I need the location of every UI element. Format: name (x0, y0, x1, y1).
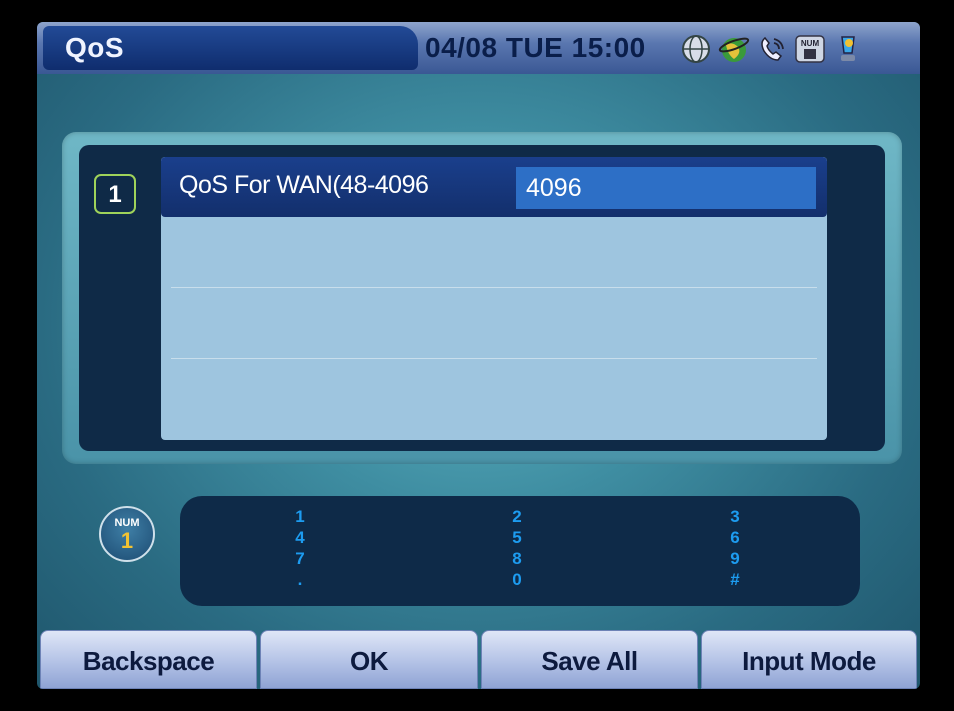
network-globe-icon (682, 35, 710, 63)
row-index: 1 (94, 174, 136, 214)
page-title: QoS (65, 32, 125, 63)
keypad-column: 1 4 7 . (290, 506, 310, 590)
keypad-key: 1 (295, 507, 305, 526)
user-status-icon (841, 36, 855, 61)
settings-panel-inner: 1 QoS For WAN(48-4096 4096 (79, 145, 885, 451)
keypad-key: 4 (295, 528, 305, 547)
ok-button[interactable]: OK (260, 630, 478, 689)
keypad-key: 5 (512, 528, 522, 547)
title-tab: QoS (43, 26, 418, 70)
keypad-key: 0 (512, 570, 522, 589)
keypad-key: 9 (730, 549, 740, 568)
keypad-hint: 1 4 7 . 2 5 8 0 3 6 9 # (180, 496, 860, 606)
list-divider (171, 358, 817, 359)
keypad-key: 7 (295, 549, 305, 568)
keypad-key: 6 (730, 528, 740, 547)
list-item-qos-wan[interactable]: QoS For WAN(48-4096 4096 (161, 157, 827, 217)
save-all-button[interactable]: Save All (481, 630, 698, 689)
keypad-key: 8 (512, 549, 522, 568)
date-time: 04/08 TUE 15:00 (425, 32, 646, 63)
status-icons: NUM (680, 32, 864, 66)
phone-ring-icon (761, 36, 784, 61)
keypad-key: 2 (512, 507, 522, 526)
settings-list: QoS For WAN(48-4096 4096 (161, 157, 827, 440)
input-mode-badge: NUM 1 (99, 506, 155, 562)
keypad-column: 2 5 8 0 (507, 506, 527, 590)
internet-globe-icon (718, 37, 750, 62)
settings-panel: 1 QoS For WAN(48-4096 4096 (62, 132, 902, 464)
phone-screen: QoS 04/08 TUE 15:00 NUM 1 QoS For WAN(48… (37, 22, 920, 689)
backspace-button[interactable]: Backspace (40, 630, 257, 689)
input-mode-button[interactable]: Input Mode (701, 630, 917, 689)
num-keypad-icon: NUM (795, 35, 825, 63)
qos-wan-label: QoS For WAN(48-4096 (179, 171, 429, 199)
keypad-column: 3 6 9 # (725, 506, 745, 590)
svg-text:NUM: NUM (801, 39, 820, 48)
qos-wan-input[interactable]: 4096 (516, 167, 816, 209)
softkey-bar: Backspace OK Save All Input Mode (37, 630, 920, 689)
title-bar: QoS 04/08 TUE 15:00 NUM (37, 22, 920, 74)
list-divider (171, 287, 817, 288)
keypad-key: # (730, 570, 740, 589)
keypad-key: 3 (730, 507, 740, 526)
keypad-key: . (297, 570, 303, 589)
input-mode-value: 1 (120, 528, 134, 553)
